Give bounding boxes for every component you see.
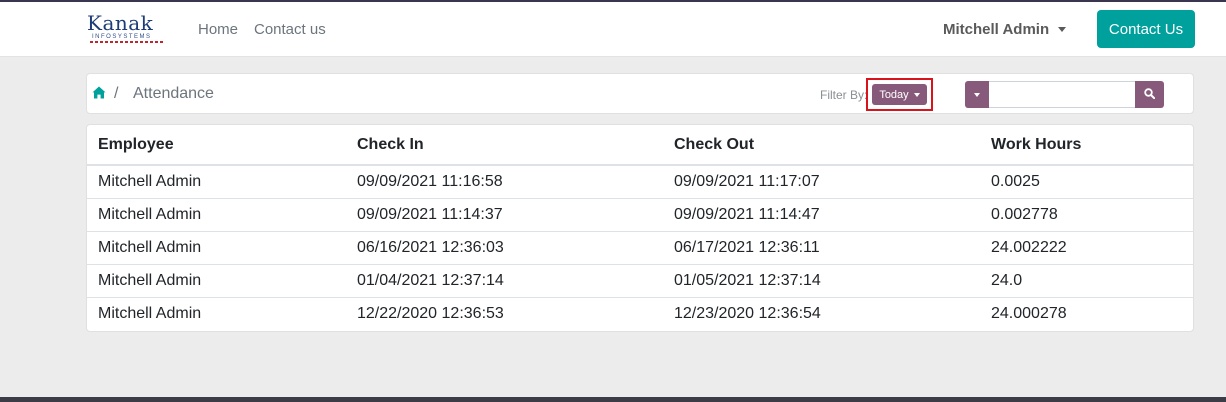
table-row[interactable]: Mitchell Admin 06/16/2021 12:36:03 06/17… (87, 230, 1193, 264)
cell-check-out: 12/23/2020 12:36:54 (663, 296, 980, 330)
cell-check-in: 09/09/2021 11:14:37 (346, 197, 663, 231)
filter-selected-label: Today (879, 88, 909, 101)
cell-work-hours: 0.0025 (991, 172, 1040, 190)
table-row[interactable]: Mitchell Admin 12/22/2020 12:36:53 12/23… (87, 296, 1193, 330)
cell-employee: Mitchell Admin (87, 230, 346, 264)
brand-logo[interactable]: Kanak INFOSYSTEMS (86, 11, 166, 52)
cell-work-hours: 24.0 (980, 263, 1193, 297)
column-header-check-in: Check In (346, 125, 663, 166)
attendance-table-card: Employee Check In Check Out Work Hours M… (86, 124, 1194, 332)
chevron-down-icon (1058, 27, 1067, 32)
search-button[interactable] (1135, 81, 1164, 108)
filter-dropdown-button[interactable]: Today (872, 84, 927, 105)
contact-us-button[interactable]: Contact Us (1097, 10, 1195, 48)
cell-check-in: 09/09/2021 11:16:58 (357, 172, 503, 190)
nav-link-contact[interactable]: Contact us (254, 21, 326, 38)
table-header-row: Employee Check In Check Out Work Hours (87, 125, 1193, 166)
table-row[interactable]: Mitchell Admin 09/09/2021 11:14:37 09/09… (87, 197, 1193, 231)
cell-work-hours: 0.002778 (980, 197, 1193, 231)
logo-subtext: INFOSYSTEMS (92, 34, 152, 40)
user-menu[interactable]: Mitchell Admin (943, 21, 1067, 38)
filter-highlight-box: Today (866, 78, 933, 111)
cell-check-out: 09/09/2021 11:14:47 (663, 197, 980, 231)
cell-check-in: 12/22/2020 12:36:53 (346, 296, 663, 330)
caret-down-icon (913, 92, 920, 97)
breadcrumb-bar: / Attendance Filter By: Today (86, 73, 1194, 114)
navbar: Kanak INFOSYSTEMS Home Contact us Mitche… (0, 2, 1226, 57)
filter-label: Filter By: (820, 88, 868, 102)
cell-check-in: 01/04/2021 12:37:14 (346, 263, 663, 297)
user-name: Mitchell Admin (943, 21, 1050, 38)
caret-down-icon (974, 92, 980, 97)
home-icon[interactable] (92, 86, 106, 99)
search-icon (1144, 86, 1156, 104)
cell-check-out: 06/17/2021 12:36:11 (663, 230, 980, 264)
logo-text: Kanak (87, 11, 154, 35)
breadcrumb-current: Attendance (133, 85, 214, 102)
cell-check-in: 06/16/2021 12:36:03 (346, 230, 663, 264)
cell-check-out: 01/05/2021 12:37:14 (663, 263, 980, 297)
cell-work-hours: 24.002222 (980, 230, 1193, 264)
column-header-check-out: Check Out (663, 125, 980, 166)
column-header-employee: Employee (87, 125, 346, 166)
column-header-work-hours: Work Hours (980, 125, 1193, 166)
breadcrumb-separator: / (114, 85, 119, 102)
cell-check-out: 09/09/2021 11:17:07 (674, 172, 820, 190)
cell-employee: Mitchell Admin (87, 296, 346, 330)
attendance-table: Employee Check In Check Out Work Hours M… (87, 125, 1193, 330)
nav-link-home[interactable]: Home (198, 21, 238, 38)
cell-employee: Mitchell Admin (87, 197, 346, 231)
logo-tagline-decoration (90, 41, 164, 43)
cell-employee: Mitchell Admin (87, 263, 346, 297)
table-row[interactable]: Mitchell Admin 01/04/2021 12:37:14 01/05… (87, 263, 1193, 297)
search-input[interactable] (989, 81, 1135, 108)
cell-work-hours: 24.000278 (980, 296, 1193, 330)
footer-bar (0, 397, 1226, 402)
cell-employee: Mitchell Admin (98, 172, 202, 190)
table-row[interactable]: Mitchell Admin 09/09/2021 11:16:58 09/09… (87, 165, 1193, 198)
search-options-dropdown[interactable] (965, 81, 989, 108)
